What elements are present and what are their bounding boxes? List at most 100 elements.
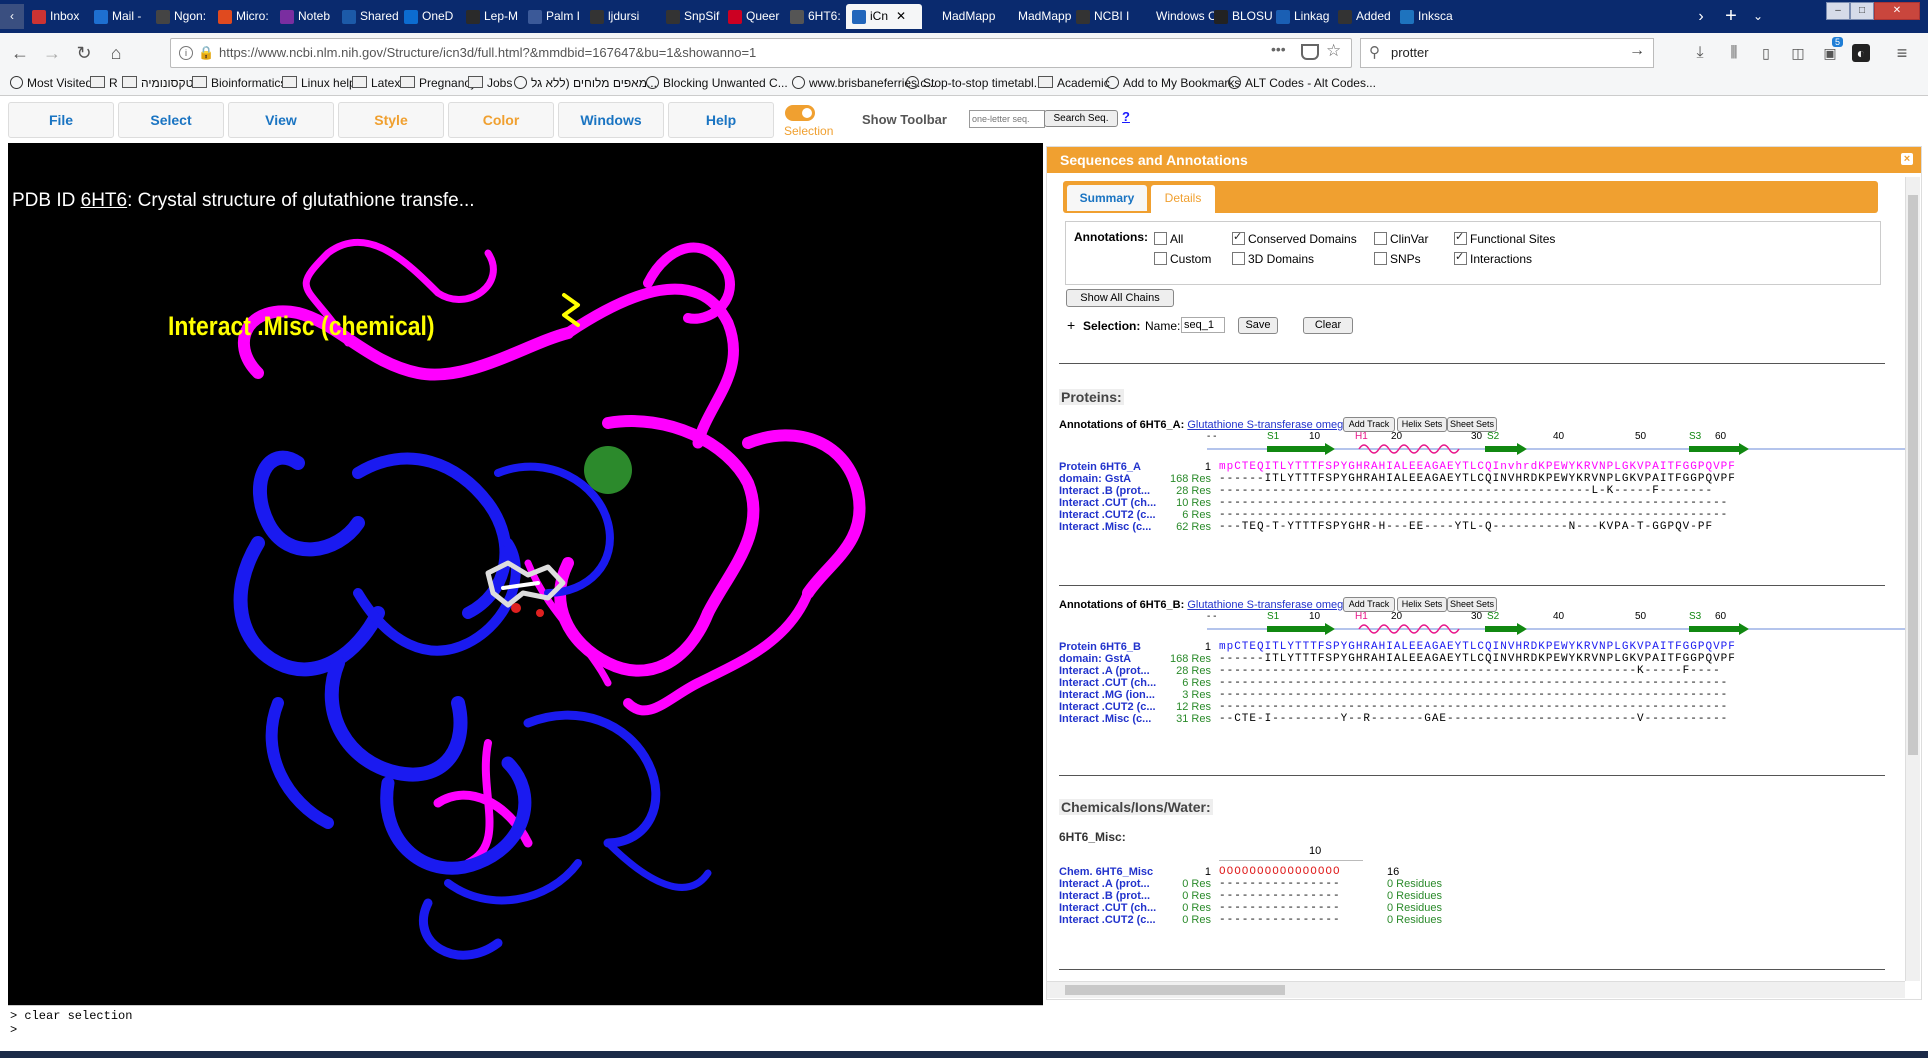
sequence-search-input[interactable] bbox=[969, 110, 1045, 128]
panel-close-icon[interactable]: × bbox=[1901, 153, 1913, 165]
browser-tab[interactable]: BLOSU bbox=[1208, 4, 1276, 29]
annotation-checkbox[interactable]: Conserved Domains bbox=[1232, 230, 1357, 246]
expand-plus-icon[interactable]: + bbox=[1067, 317, 1075, 333]
info-icon[interactable]: i bbox=[179, 46, 193, 60]
protein-name-link[interactable]: Glutathione S-transferase omega 2S bbox=[1187, 599, 1366, 611]
track-sequence[interactable]: ---TEQ-T-YTTTFSPYGHR-H---EE----YTL-Q----… bbox=[1219, 521, 1713, 533]
annotation-checkbox[interactable]: 3D Domains bbox=[1232, 252, 1314, 266]
track-sequence[interactable]: ----------------------------------------… bbox=[1219, 485, 1713, 497]
new-tab-button[interactable]: + bbox=[1718, 4, 1744, 29]
search-go-icon[interactable]: → bbox=[1629, 42, 1645, 60]
search-field[interactable]: ⚲ protter → bbox=[1360, 38, 1654, 68]
browser-tab[interactable]: Palm I bbox=[522, 4, 590, 29]
browser-tab[interactable]: MadMapp bbox=[918, 4, 1000, 29]
checkbox-box[interactable] bbox=[1374, 232, 1387, 245]
browser-tab[interactable]: Queer bbox=[722, 4, 790, 29]
bookmark-item[interactable]: ALT Codes - Alt Codes... bbox=[1228, 76, 1376, 90]
track-sequence[interactable]: ---------------- bbox=[1219, 890, 1341, 902]
helix-sets-button[interactable]: Helix Sets bbox=[1397, 417, 1447, 432]
browser-tab[interactable]: iCn ✕ bbox=[846, 4, 922, 29]
tab-details[interactable]: Details bbox=[1151, 185, 1215, 213]
reload-icon[interactable]: ↻ bbox=[72, 41, 96, 65]
bookmark-item[interactable]: מאפים מלוחים (ללא גל... bbox=[514, 76, 657, 90]
back-icon[interactable]: ← bbox=[8, 41, 32, 65]
bookmark-item[interactable]: R bbox=[90, 76, 118, 90]
track-sequence[interactable]: mpCTEQITLYTTTFSPYGHRAHIALEEAGAEYTLCQINVH… bbox=[1219, 641, 1736, 653]
browser-tab[interactable]: Ngon: bbox=[150, 4, 218, 29]
annotation-checkbox[interactable]: All bbox=[1154, 232, 1183, 246]
browser-tab[interactable]: NCBI I bbox=[1070, 4, 1138, 29]
track-sequence[interactable]: ------ITLYTTTFSPYGHRAHIALEEAGAEYTLCQINVH… bbox=[1219, 653, 1736, 665]
show-toolbar-button[interactable]: Show Toolbar bbox=[862, 112, 947, 127]
track-sequence[interactable]: ----------------------------------------… bbox=[1219, 677, 1728, 689]
bookmark-item[interactable]: Academic bbox=[1038, 76, 1110, 90]
browser-tab[interactable]: Inksca bbox=[1394, 4, 1462, 29]
add-track-button[interactable]: Add Track bbox=[1343, 597, 1395, 612]
3d-structure-viewer[interactable]: PDB ID 6HT6: Crystal structure of glutat… bbox=[8, 143, 1043, 1005]
bookmark-item[interactable]: Linux help bbox=[282, 76, 356, 90]
menu-help[interactable]: Help bbox=[668, 102, 774, 138]
browser-tab[interactable]: Shared bbox=[336, 4, 404, 29]
bookmark-item[interactable]: Most Visited bbox=[10, 76, 92, 90]
browser-tab[interactable]: ljdursi bbox=[584, 4, 666, 29]
browser-tab[interactable]: Mail - bbox=[88, 4, 156, 29]
menu-style[interactable]: Style bbox=[338, 102, 444, 138]
browser-tab[interactable]: OneD bbox=[398, 4, 466, 29]
help-question-link[interactable]: ? bbox=[1122, 109, 1130, 124]
bookmark-item[interactable]: Blocking Unwanted C... bbox=[646, 76, 788, 90]
library-icon[interactable]: ⫼ bbox=[1722, 41, 1746, 65]
reader-icon[interactable]: ▯ bbox=[1754, 41, 1778, 65]
horizontal-scrollbar[interactable] bbox=[1047, 981, 1905, 998]
bookmark-item[interactable]: טקסונומיה bbox=[122, 76, 193, 90]
scroll-tabs-right-button[interactable]: › bbox=[1690, 4, 1712, 29]
menu-select[interactable]: Select bbox=[118, 102, 224, 138]
selection-toggle[interactable] bbox=[785, 105, 815, 121]
bookmark-item[interactable]: Pregnancy bbox=[400, 76, 476, 90]
annotation-checkbox[interactable]: Custom bbox=[1154, 252, 1211, 266]
tab-summary[interactable]: Summary bbox=[1067, 185, 1147, 211]
all-tabs-icon[interactable]: ⌄ bbox=[1748, 4, 1768, 29]
browser-tab[interactable]: Added bbox=[1332, 4, 1400, 29]
track-sequence[interactable]: ----------------------------------------… bbox=[1219, 665, 1721, 677]
annotation-checkbox[interactable]: ClinVar bbox=[1374, 232, 1428, 246]
bookmark-item[interactable]: Latex bbox=[352, 76, 400, 90]
downloads-icon[interactable]: ⤓ bbox=[1688, 41, 1712, 65]
track-sequence[interactable]: --CTE-I---------Y--R-------GAE----------… bbox=[1219, 713, 1728, 725]
checkbox-box[interactable] bbox=[1454, 230, 1467, 245]
menu-color[interactable]: Color bbox=[448, 102, 554, 138]
sidebar-icon[interactable]: ◫ bbox=[1786, 41, 1810, 65]
menu-file[interactable]: File bbox=[8, 102, 114, 138]
bookmark-item[interactable]: Jobs bbox=[468, 76, 512, 90]
browser-tab[interactable]: Micro: bbox=[212, 4, 280, 29]
vertical-scroll-thumb[interactable] bbox=[1908, 195, 1918, 755]
annotation-checkbox[interactable]: Functional Sites bbox=[1454, 230, 1555, 246]
track-sequence[interactable]: ----------------------------------------… bbox=[1219, 689, 1728, 701]
account-icon[interactable]: ◐ bbox=[1852, 44, 1870, 62]
track-sequence[interactable]: ---------------- bbox=[1219, 902, 1341, 914]
browser-tab[interactable]: Linkag bbox=[1270, 4, 1338, 29]
horizontal-scroll-thumb[interactable] bbox=[1065, 985, 1285, 995]
sheet-sets-button[interactable]: Sheet Sets bbox=[1447, 597, 1497, 612]
search-seq-button[interactable]: Search Seq. bbox=[1044, 110, 1118, 127]
pocket-icon[interactable] bbox=[1301, 44, 1319, 60]
bookmark-item[interactable]: Bioinformatics bbox=[192, 76, 286, 90]
browser-tab[interactable]: SnpSif bbox=[660, 4, 728, 29]
bookmark-item[interactable]: Add to My Bookmarks bbox=[1106, 76, 1240, 90]
checkbox-box[interactable] bbox=[1154, 232, 1167, 245]
clear-button[interactable]: Clear bbox=[1303, 317, 1353, 334]
browser-tab[interactable]: Lep-M bbox=[460, 4, 528, 29]
close-window-button[interactable]: ✕ bbox=[1874, 2, 1920, 20]
bookmark-star-icon[interactable]: ☆ bbox=[1326, 41, 1341, 61]
track-sequence[interactable]: ----------------------------------------… bbox=[1219, 701, 1728, 713]
selection-name-input[interactable] bbox=[1181, 317, 1225, 333]
checkbox-box[interactable] bbox=[1154, 252, 1167, 265]
helix-sets-button[interactable]: Helix Sets bbox=[1397, 597, 1447, 612]
track-sequence[interactable]: ---------------- bbox=[1219, 878, 1341, 890]
browser-tab[interactable]: Inbox bbox=[26, 4, 94, 29]
menu-view[interactable]: View bbox=[228, 102, 334, 138]
protein-name-link[interactable]: Glutathione S-transferase omega 2S bbox=[1187, 419, 1366, 431]
track-sequence[interactable]: ------ITLYTTTFSPYGHRAHIALEEAGAEYTLCQINVH… bbox=[1219, 473, 1736, 485]
vertical-scrollbar[interactable] bbox=[1905, 177, 1920, 981]
bookmark-item[interactable]: Stop-to-stop timetabl... bbox=[906, 76, 1044, 90]
hamburger-menu-icon[interactable]: ≡ bbox=[1890, 41, 1914, 65]
